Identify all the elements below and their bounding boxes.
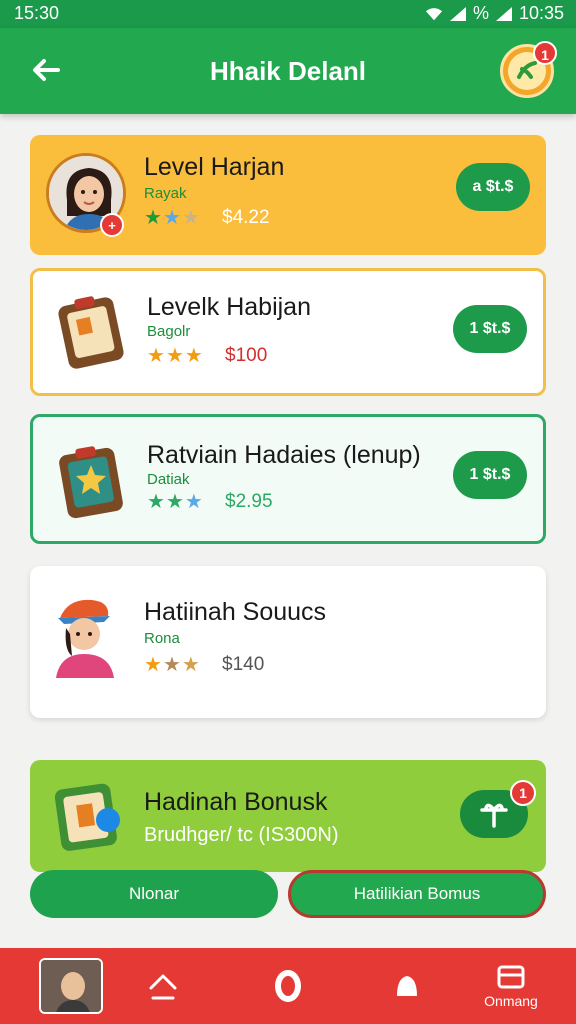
app-bar: Hhaik Delanl 1 (0, 28, 576, 114)
star-half-icon: ★ (181, 654, 201, 676)
shop-card-2[interactable]: Levelk Habijan Bagolr ★★★ $100 1 $t.$ (30, 268, 546, 396)
card-subtitle: Datiak (147, 471, 190, 488)
bottom-nav: Onmang (0, 948, 576, 1024)
clipboard-item-icon (58, 296, 124, 369)
page-title: Hhaik Delanl (209, 56, 367, 86)
star-icon: ★ (144, 207, 163, 229)
left-action-button[interactable]: Nlonar (30, 870, 278, 918)
coin-button[interactable]: 1 (500, 41, 557, 98)
card-subtitle: Rona (144, 630, 180, 647)
wifi-icon (425, 7, 443, 20)
card-subtitle: Bagolr (147, 323, 191, 340)
shop-card-3[interactable]: Ratviain Hadaies (lenup) Datiak ★★★ $2.9… (30, 414, 546, 544)
card-price: $4.22 (222, 207, 270, 228)
card-title: Level Harjan (144, 153, 285, 181)
star-rating: ★★★ (147, 343, 204, 368)
buy-button[interactable]: 1 $t.$ (453, 451, 527, 499)
bell-icon (397, 976, 417, 996)
card-subtitle: Rayak (144, 185, 187, 202)
star-icon: ★ (144, 654, 163, 676)
bonus-action-button[interactable]: Hatilikian Bomus (288, 870, 546, 918)
home-icon (149, 974, 177, 1000)
status-icons: % 10:35 (425, 3, 564, 24)
card-title: Hatiinah Souucs (144, 598, 327, 626)
buy-button[interactable]: 1 $t.$ (453, 305, 527, 353)
bonus-subtitle: Brudhger/ tc (IS300N) (144, 824, 339, 846)
status-time: 15:30 (14, 3, 60, 23)
star-icon: ★ (165, 491, 185, 513)
profile-avatar (39, 958, 103, 1014)
bonus-clipboard-icon (54, 783, 120, 851)
nav-home[interactable] (118, 948, 208, 1024)
star-half-icon: ★ (181, 207, 201, 229)
bonus-title: Hadinah Bonusk (144, 788, 328, 816)
shop-card-1[interactable]: + Level Harjan Rayak ★★★ $4.22 a $t.$ (30, 135, 546, 255)
star-icon: ★ (147, 345, 166, 367)
card-price: $100 (225, 345, 268, 366)
card-title: Levelk Habijan (147, 293, 311, 321)
notification-badge: 1 (533, 41, 557, 65)
avatar-badge: + (100, 213, 124, 237)
buy-button[interactable]: a $t.$ (456, 163, 530, 211)
cell-signal-icon (495, 6, 512, 21)
status-bar: 15:30 % 10:35 (0, 0, 576, 28)
star-icon: ★ (184, 491, 204, 513)
nav-label: Onmang (484, 993, 538, 1009)
bonus-claim-button[interactable]: 1 (460, 780, 536, 838)
status-clock: 10:35 (518, 3, 564, 23)
star-icon: ★ (165, 345, 185, 367)
star-clipboard-icon (59, 446, 123, 519)
card-title: Ratviain Hadaies (lenup) (147, 441, 421, 469)
store-icon (497, 965, 525, 989)
signal-icon (449, 6, 466, 21)
star-icon: ★ (184, 345, 204, 367)
character-icon (56, 599, 114, 678)
star-rating: ★★★ (144, 205, 201, 230)
nav-more[interactable]: Onmang (466, 948, 556, 1024)
star-rating: ★★★ (144, 652, 201, 677)
card-price: $2.95 (225, 491, 273, 512)
star-icon: ★ (147, 491, 166, 513)
circle-icon (275, 970, 301, 1002)
gift-icon (480, 803, 508, 828)
battery-label: % (472, 3, 489, 23)
star-rating: ★★★ (147, 489, 204, 514)
star-icon: ★ (162, 207, 182, 229)
nav-profile[interactable] (26, 948, 116, 1024)
card-price: $140 (222, 654, 265, 675)
bonus-card[interactable]: Hadinah Bonusk Brudhger/ tc (IS300N) 1 (30, 760, 546, 872)
nav-notifications[interactable] (362, 948, 452, 1024)
shop-card-4[interactable]: Hatiinah Souucs Rona ★★★ $140 (30, 566, 546, 718)
star-icon: ★ (162, 654, 182, 676)
nav-center[interactable] (243, 948, 333, 1024)
notification-badge: 1 (510, 780, 536, 806)
